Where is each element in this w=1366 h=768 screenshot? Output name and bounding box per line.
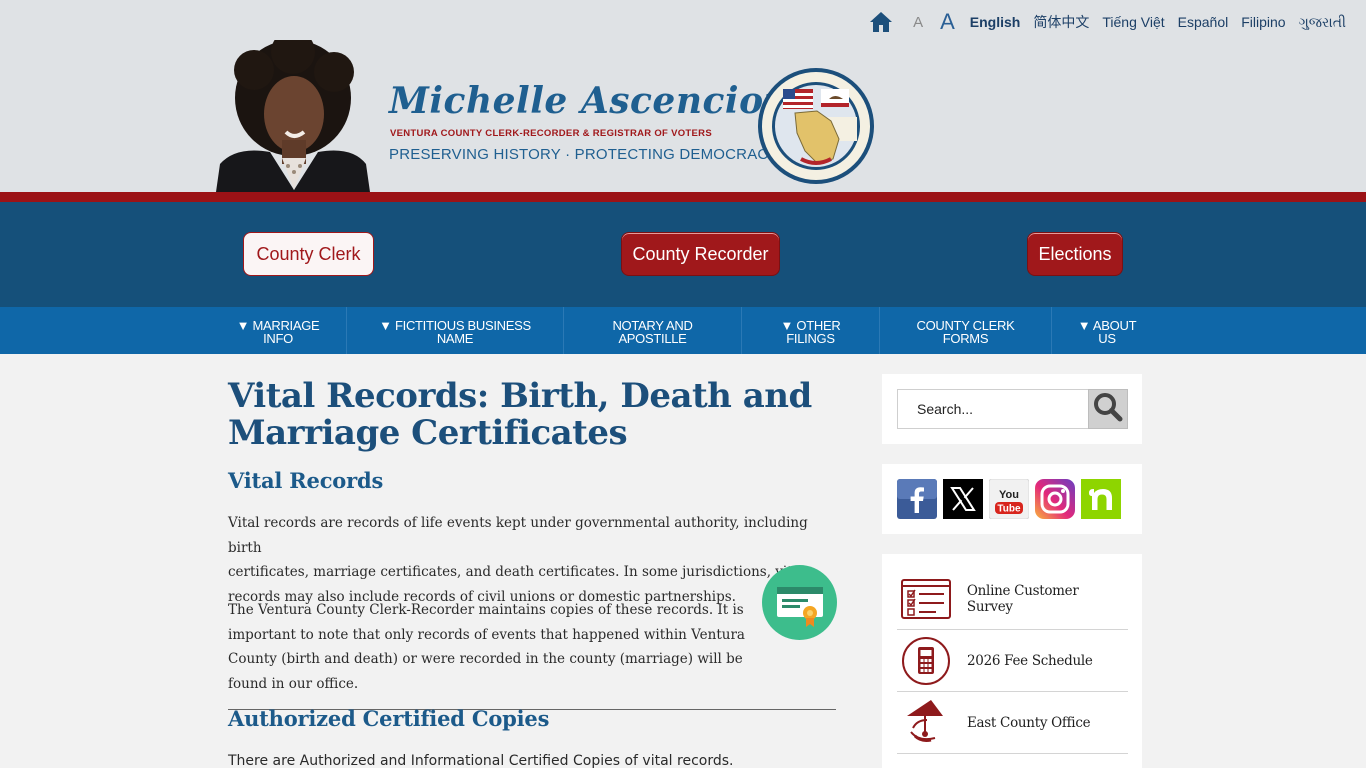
nav-other-filings[interactable]: ▼ OTHER FILINGS (742, 307, 879, 354)
link-label: 2026 Fee Schedule (967, 652, 1093, 669)
search-button[interactable] (1088, 389, 1128, 429)
link-label: East County Office (967, 714, 1091, 731)
office-tagline: PRESERVING HISTORY · PROTECTING DEMOCRAC… (389, 146, 779, 163)
official-title: VENTURA COUNTY CLERK-RECORDER & REGISTRA… (390, 128, 712, 139)
nextdoor-icon[interactable] (1081, 479, 1121, 519)
calculator-icon (899, 636, 953, 686)
svg-text:Tube: Tube (997, 504, 1021, 515)
official-portrait (216, 40, 370, 192)
county-recorder-button[interactable]: County Recorder (621, 232, 780, 276)
social-media-widget: You Tube (882, 464, 1142, 534)
language-english[interactable]: English (970, 14, 1021, 30)
clerk-recorder-paragraph: The Ventura County Clerk-Recorder mainta… (228, 602, 745, 692)
vital-records-intro-paragraph: Vital records are records of life events… (228, 515, 808, 605)
elections-button[interactable]: Elections (1027, 232, 1123, 276)
nav-county-clerk-forms[interactable]: COUNTY CLERK FORMS (880, 307, 1051, 354)
authorized-copies-paragraph: There are Authorized and Informational C… (228, 753, 734, 768)
search-icon (1092, 391, 1124, 427)
quick-links-widget: Online Customer Survey 2026 Fee Schedule (882, 554, 1142, 768)
language-gujarati[interactable]: ગુજરાતી (1299, 14, 1346, 31)
search-input[interactable]: Search... (897, 389, 1089, 429)
online-customer-survey-link[interactable]: Online Customer Survey (897, 568, 1128, 630)
county-seal-logo (757, 67, 875, 185)
font-size-decrease-button[interactable]: A (913, 14, 923, 31)
nav-fictitious-business-name[interactable]: ▼ FICTITIOUS BUSINESS NAME (347, 307, 563, 354)
search-widget: Search... (882, 374, 1142, 444)
language-spanish[interactable]: Español (1178, 14, 1229, 30)
site-header: A A English 简体中文 Tiếng Việt Español Fili… (0, 0, 1366, 192)
department-band: County Clerk County Recorder Elections (0, 202, 1366, 307)
nav-about-us[interactable]: ▼ ABOUT US (1052, 307, 1162, 354)
link-label: Online Customer Survey (966, 582, 1079, 615)
utility-bar: A A English 简体中文 Tiếng Việt Español Fili… (868, 8, 1346, 36)
youtube-icon[interactable]: You Tube (988, 478, 1030, 520)
language-vietnamese[interactable]: Tiếng Việt (1102, 14, 1164, 30)
certificate-icon (762, 565, 837, 640)
language-chinese[interactable]: 简体中文 (1033, 12, 1089, 32)
x-twitter-icon[interactable] (943, 479, 983, 519)
svg-text:You: You (999, 489, 1019, 501)
fee-schedule-link[interactable]: 2026 Fee Schedule (897, 630, 1128, 692)
county-clerk-button[interactable]: County Clerk (243, 232, 374, 276)
section-heading-authorized-copies: Authorized Certified Copies (228, 706, 550, 731)
instagram-icon[interactable] (1035, 479, 1075, 519)
official-name: Michelle Ascencion (389, 80, 791, 122)
section-heading-vital-records: Vital Records (228, 468, 384, 493)
page-title: Vital Records: Birth, Death and Marriage… (228, 376, 812, 453)
home-icon[interactable] (868, 9, 894, 35)
main-nav: ▼ MARRIAGE INFO ▼ FICTITIOUS BUSINESS NAME… (0, 307, 1366, 354)
nav-notary-and-apostille[interactable]: NOTARY AND APOSTILLE (564, 307, 741, 354)
header-accent-stripe (0, 192, 1366, 202)
facebook-icon[interactable] (897, 479, 937, 519)
east-county-office-link[interactable]: East County Office (897, 692, 1128, 754)
location-icon (899, 698, 953, 748)
nav-marriage-info[interactable]: ▼ MARRIAGE INFO (210, 307, 346, 354)
language-filipino[interactable]: Filipino (1241, 14, 1285, 30)
font-size-increase-button[interactable]: A (940, 9, 955, 35)
survey-checklist-icon (899, 574, 953, 624)
